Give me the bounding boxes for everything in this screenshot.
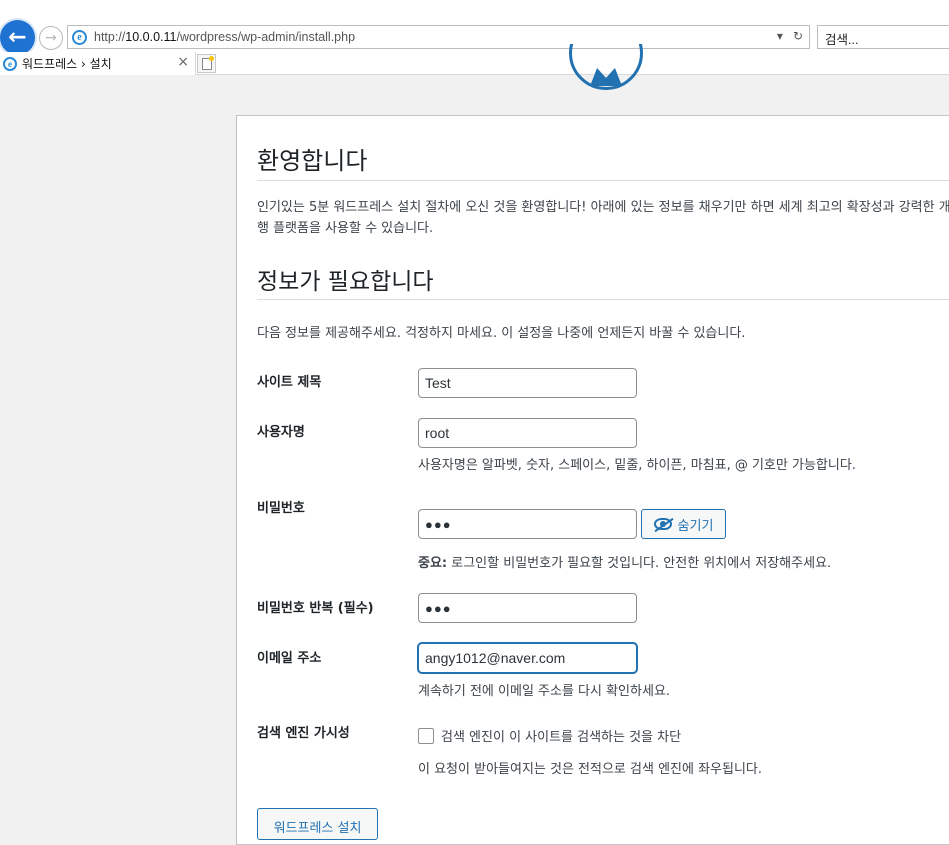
password-label: 비밀번호 xyxy=(257,501,305,516)
address-bar[interactable]: e http://10.0.0.11/wordpress/wp-admin/in… xyxy=(67,25,810,49)
hide-button-label: 숨기기 xyxy=(677,518,714,534)
password-repeat-label: 비밀번호 반복 (필수) xyxy=(257,601,374,616)
username-input[interactable]: root xyxy=(418,418,637,448)
divider xyxy=(257,180,949,181)
close-icon[interactable]: × xyxy=(177,54,189,70)
hide-password-button[interactable]: 숨기기 xyxy=(641,509,726,539)
ie-icon: e xyxy=(72,29,87,45)
username-label: 사용자명 xyxy=(257,425,305,440)
wordpress-logo xyxy=(569,44,643,90)
divider xyxy=(257,299,949,300)
browser-search-input[interactable]: 검색... xyxy=(817,25,949,49)
ie-icon: e xyxy=(3,56,17,71)
new-page-icon xyxy=(201,55,214,70)
eye-slash-icon xyxy=(653,518,672,530)
welcome-heading: 환영합니다 xyxy=(257,147,368,175)
back-button[interactable]: ← xyxy=(0,20,35,55)
search-visibility-label: 검색 엔진 가시성 xyxy=(257,726,350,741)
new-tab-button[interactable] xyxy=(197,54,216,73)
install-wordpress-button[interactable]: 워드프레스 설치 xyxy=(257,808,378,840)
email-input[interactable]: angy1012@naver.com xyxy=(418,643,637,673)
email-label: 이메일 주소 xyxy=(257,651,322,666)
search-visibility-description: 이 요청이 받아들여지는 것은 전적으로 검색 엔진에 좌우됩니다. xyxy=(418,762,763,777)
password-note: 중요: 로그인할 비밀번호가 필요할 것입니다. 안전한 위치에서 저장해주세요… xyxy=(418,556,832,571)
search-visibility-checkbox-label[interactable]: 검색 엔진이 이 사이트를 검색하는 것을 차단 xyxy=(441,726,681,745)
site-title-input[interactable]: Test xyxy=(418,368,637,398)
install-card: 환영합니다 인기있는 5분 워드프레스 설치 절차에 오신 것을 환영합니다! … xyxy=(236,115,949,845)
username-description: 사용자명은 알파벳, 숫자, 스페이스, 밑줄, 하이픈, 마침표, @ 기호만… xyxy=(418,458,856,473)
address-url[interactable]: http://10.0.0.11/wordpress/wp-admin/inst… xyxy=(94,30,355,44)
site-title-label: 사이트 제목 xyxy=(257,375,322,390)
password-input[interactable]: ●●● xyxy=(418,509,637,539)
refresh-icon[interactable]: ↻ xyxy=(793,29,803,43)
email-description: 계속하기 전에 이메일 주소를 다시 확인하세요. xyxy=(418,684,671,699)
tab-title: 워드프레스 › 설치 xyxy=(22,57,112,71)
tab-install[interactable]: e 워드프레스 › 설치 × xyxy=(0,52,196,75)
tab-bar: e 워드프레스 › 설치 × xyxy=(0,52,949,75)
info-text: 다음 정보를 제공해주세요. 걱정하지 마세요. 이 설정을 나중에 언제든지 … xyxy=(257,326,746,341)
forward-button[interactable]: → xyxy=(39,26,63,50)
password-repeat-input[interactable]: ●●● xyxy=(418,593,637,623)
dropdown-icon[interactable]: ▾ xyxy=(777,29,783,43)
welcome-text: 인기있는 5분 워드프레스 설치 절차에 오신 것을 환영합니다! 아래에 있는… xyxy=(257,200,949,236)
browser-chrome: ← → e http://10.0.0.11/wordpress/wp-admi… xyxy=(0,0,949,75)
info-heading: 정보가 필요합니다 xyxy=(257,269,434,295)
search-visibility-checkbox[interactable] xyxy=(418,728,434,744)
